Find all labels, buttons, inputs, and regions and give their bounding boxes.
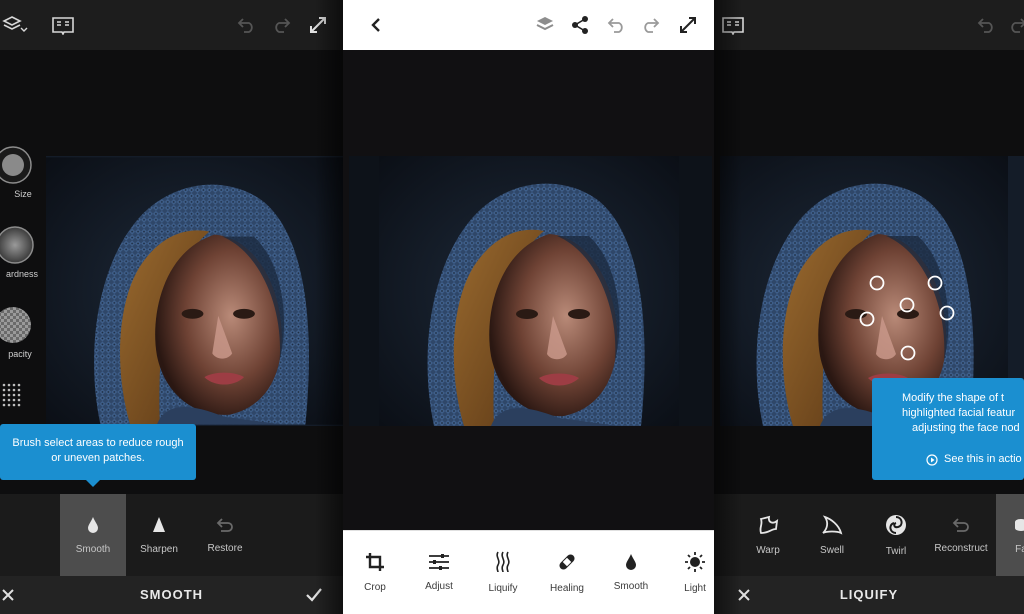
size-label: Size xyxy=(14,189,32,199)
bandage-icon xyxy=(559,553,575,570)
editor-screen: Crop Adjust Liquify Healing Smooth Light xyxy=(343,0,714,614)
hardness-control[interactable]: ardness xyxy=(0,224,38,279)
tool-healing[interactable]: Healing xyxy=(535,531,599,613)
face-node[interactable] xyxy=(899,297,915,313)
image-canvas[interactable] xyxy=(343,50,714,530)
tool-swell[interactable]: Swell xyxy=(800,494,864,576)
liquify-screen: Modify the shape of t highlighted facial… xyxy=(714,0,1024,614)
tool-label: Smooth xyxy=(613,580,649,592)
layers-icon[interactable] xyxy=(533,13,557,37)
bottom-bar: LIQUIFY xyxy=(714,576,1024,614)
tool-light[interactable]: Light xyxy=(663,531,714,613)
portrait-photo xyxy=(349,156,712,426)
tooltip-line-3: adjusting the face nod xyxy=(912,422,1020,434)
tooltip-line-1: Brush select areas to reduce rough xyxy=(12,437,184,449)
sliders-icon xyxy=(429,553,449,570)
face-node[interactable] xyxy=(900,345,916,361)
tool-label: Light xyxy=(684,582,706,594)
face-node[interactable] xyxy=(927,275,943,291)
tool-restore[interactable]: Restore xyxy=(192,494,258,576)
tooltip-pointer xyxy=(86,480,100,487)
tooltip-line-1: Modify the shape of t xyxy=(902,392,1005,404)
tool-label: Smooth xyxy=(75,543,111,555)
undo-arrow-icon xyxy=(952,517,969,532)
sun-icon xyxy=(685,551,705,572)
tool-row: Smooth Sharpen Restore xyxy=(0,494,343,576)
tool-label: Adjust xyxy=(425,580,453,592)
tool-smooth[interactable]: Smooth xyxy=(60,494,126,576)
smooth-screen: Size ardness pacity Brush select areas t… xyxy=(0,0,343,614)
tool-label: Warp xyxy=(756,544,780,556)
warp-icon xyxy=(759,515,779,534)
tool-twirl[interactable]: Twirl xyxy=(864,494,928,576)
swell-icon xyxy=(822,514,843,535)
liquify-tooltip: Modify the shape of t highlighted facial… xyxy=(872,378,1024,480)
tool-adjust[interactable]: Adjust xyxy=(407,531,471,613)
face-node[interactable] xyxy=(869,275,885,291)
back-icon[interactable] xyxy=(365,14,387,36)
smooth-tooltip: Brush select areas to reduce rough or un… xyxy=(0,424,196,487)
undo-icon[interactable] xyxy=(234,14,258,36)
liquify-icon xyxy=(496,551,510,572)
mode-title: SMOOTH xyxy=(139,587,204,602)
tooltip-line-2: or uneven patches. xyxy=(51,452,145,464)
tooltip-line-2: highlighted facial featur xyxy=(902,407,1016,419)
tool-liquify[interactable]: Liquify xyxy=(471,531,535,613)
tool-label: Reconstruct xyxy=(934,542,988,554)
top-toolbar xyxy=(343,0,714,50)
play-icon xyxy=(926,453,938,466)
opacity-label: pacity xyxy=(8,349,32,359)
face-node[interactable] xyxy=(859,311,875,327)
size-control[interactable]: Size xyxy=(0,144,34,199)
undo-icon[interactable] xyxy=(604,14,628,36)
tool-reconstruct[interactable]: Reconstruct xyxy=(928,494,994,576)
panel-shadow xyxy=(315,0,343,614)
portrait-photo xyxy=(46,156,343,426)
tool-label: Sharpen xyxy=(140,543,178,555)
tool-crop[interactable]: Crop xyxy=(343,531,407,613)
face-icon xyxy=(1015,518,1024,531)
expand-icon[interactable] xyxy=(676,13,700,37)
opacity-control[interactable]: pacity xyxy=(0,304,34,359)
tool-label: Restore xyxy=(207,542,243,554)
panel-shadow xyxy=(714,0,742,614)
tool-label: Fa xyxy=(1015,543,1024,555)
mode-title: LIQUIFY xyxy=(839,587,899,602)
redo-icon[interactable] xyxy=(639,14,663,36)
redo-icon[interactable] xyxy=(270,14,294,36)
drop-icon xyxy=(88,516,98,533)
tool-row: Crop Adjust Liquify Healing Smooth Light xyxy=(343,530,714,614)
layers-icon[interactable] xyxy=(0,13,30,37)
tool-warp[interactable]: Warp xyxy=(736,494,800,576)
tool-sharpen[interactable]: Sharpen xyxy=(126,494,192,576)
tool-label: Twirl xyxy=(885,545,907,557)
undo-arrow-icon xyxy=(216,517,233,532)
twirl-icon xyxy=(886,514,906,535)
compare-icon[interactable] xyxy=(50,13,76,37)
tool-label: Healing xyxy=(550,582,584,594)
see-in-action-link[interactable]: See this in actio xyxy=(926,452,1022,467)
tool-label: Liquify xyxy=(488,582,518,594)
face-node[interactable] xyxy=(939,305,955,321)
top-toolbar xyxy=(0,0,343,50)
tool-label: Crop xyxy=(364,581,386,593)
tool-face[interactable]: Fa xyxy=(996,494,1024,576)
hardness-label: ardness xyxy=(6,269,39,279)
drop-icon xyxy=(626,553,636,570)
share-icon[interactable] xyxy=(568,13,592,37)
brush-texture-icon[interactable] xyxy=(0,380,26,410)
tool-smooth[interactable]: Smooth xyxy=(599,531,663,613)
crop-icon xyxy=(366,552,384,571)
bottom-bar: SMOOTH xyxy=(0,576,343,614)
tool-label: Swell xyxy=(820,544,844,556)
tool-row: Warp Swell Twirl Reconstruct Fa xyxy=(714,494,1024,576)
see-in-action-label: See this in actio xyxy=(944,453,1022,465)
cone-icon xyxy=(153,516,165,532)
